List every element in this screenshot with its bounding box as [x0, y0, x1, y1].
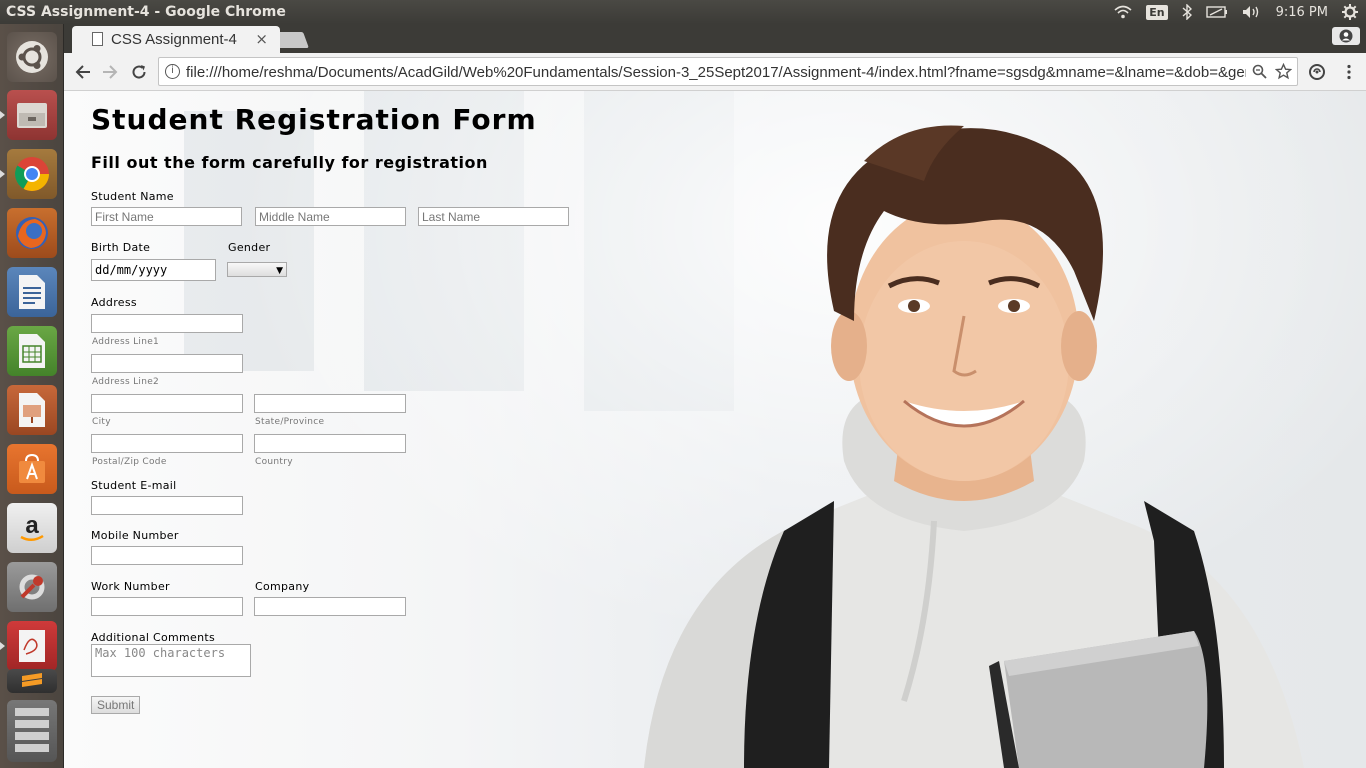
launcher: a	[0, 24, 64, 768]
state-caption: State/Province	[255, 417, 325, 427]
battery-icon[interactable]	[1205, 6, 1228, 18]
calc-icon[interactable]	[7, 326, 57, 376]
company-label: Company	[255, 580, 310, 593]
work-number-label: Work Number	[91, 580, 170, 593]
chrome-icon[interactable]	[7, 149, 57, 199]
running-indicator	[0, 111, 5, 119]
workspace-switcher-icon[interactable]	[7, 700, 57, 762]
page-title: Student Registration Form	[91, 103, 537, 136]
birth-date-input[interactable]: dd/mm/yyyy	[91, 259, 216, 281]
menu-button[interactable]	[1339, 62, 1359, 82]
top-panel: CSS Assignment-4 - Google Chrome En 9:16…	[0, 0, 1366, 24]
work-number-input[interactable]	[91, 597, 243, 616]
files-icon[interactable]	[7, 90, 57, 140]
volume-icon[interactable]	[1242, 5, 1262, 19]
last-name-input[interactable]	[418, 207, 569, 226]
tab-title: CSS Assignment-4	[111, 31, 237, 48]
sublime-icon[interactable]	[7, 669, 57, 693]
page-viewport: Student Registration Form Fill out the f…	[64, 91, 1366, 768]
address-bar[interactable]: i file:///home/reshma/Documents/AcadGild…	[158, 57, 1298, 86]
gear-icon[interactable]	[1342, 4, 1358, 20]
tab-css-assignment[interactable]: CSS Assignment-4 ×	[72, 26, 280, 53]
address-line2-caption: Address Line2	[92, 377, 160, 387]
software-center-icon[interactable]	[7, 444, 57, 494]
url-text[interactable]: file:///home/reshma/Documents/AcadGild/W…	[186, 64, 1246, 81]
reload-button[interactable]	[129, 62, 149, 82]
postal-caption: Postal/Zip Code	[92, 457, 167, 467]
forward-button[interactable]	[100, 62, 120, 82]
clock[interactable]: 9:16 PM	[1276, 5, 1328, 20]
gender-label: Gender	[228, 241, 271, 254]
svg-text:a: a	[25, 512, 39, 539]
first-name-input[interactable]	[91, 207, 242, 226]
address-line1-caption: Address Line1	[92, 337, 160, 347]
page-subtitle: Fill out the form carefully for registra…	[91, 153, 488, 172]
city-caption: City	[92, 417, 111, 427]
country-input[interactable]	[254, 434, 406, 453]
user-icon	[1339, 29, 1353, 43]
page-icon	[92, 32, 103, 46]
document-viewer-icon[interactable]	[7, 621, 57, 671]
reload-icon	[132, 65, 146, 79]
tab-close-icon[interactable]: ×	[255, 30, 268, 48]
mobile-label: Mobile Number	[91, 529, 179, 542]
country-caption: Country	[255, 457, 293, 467]
comments-label: Additional Comments	[91, 631, 216, 644]
running-indicator	[0, 170, 5, 178]
birth-date-label: Birth Date	[91, 241, 151, 254]
email-label: Student E-mail	[91, 479, 177, 492]
system-settings-icon[interactable]	[7, 562, 57, 612]
address-line1-input[interactable]	[91, 314, 243, 333]
star-icon[interactable]	[1274, 62, 1293, 84]
amazon-icon[interactable]: a	[7, 503, 57, 553]
system-tray: En 9:16 PM	[1114, 0, 1366, 24]
extension-button[interactable]	[1307, 62, 1327, 82]
firefox-icon[interactable]	[7, 208, 57, 258]
bluetooth-icon[interactable]	[1182, 4, 1192, 20]
email-input[interactable]	[91, 496, 243, 515]
address-label: Address	[91, 296, 137, 309]
gender-select[interactable]: ▼	[227, 262, 287, 277]
browser-toolbar: i file:///home/reshma/Documents/AcadGild…	[64, 53, 1366, 91]
impress-icon[interactable]	[7, 385, 57, 435]
writer-icon[interactable]	[7, 267, 57, 317]
middle-name-input[interactable]	[255, 207, 406, 226]
zoom-icon[interactable]	[1252, 64, 1267, 83]
back-arrow-icon	[75, 65, 90, 79]
mobile-input[interactable]	[91, 546, 243, 565]
profile-button[interactable]	[1332, 27, 1360, 45]
kebab-menu-icon	[1347, 64, 1351, 80]
submit-button[interactable]: Submit	[91, 696, 141, 714]
city-input[interactable]	[91, 394, 243, 413]
chevron-down-icon: ▼	[276, 266, 283, 276]
wifi-icon[interactable]	[1114, 5, 1132, 19]
comments-textarea[interactable]	[91, 644, 251, 677]
forward-arrow-icon	[103, 65, 118, 79]
address-line2-input[interactable]	[91, 354, 243, 373]
ubuntu-dash-icon[interactable]	[7, 32, 57, 82]
keyboard-layout-indicator[interactable]: En	[1146, 4, 1168, 20]
student-photo	[644, 125, 1304, 768]
student-name-label: Student Name	[91, 190, 174, 203]
running-indicator	[0, 642, 5, 650]
state-input[interactable]	[254, 394, 406, 413]
info-icon[interactable]: i	[165, 64, 180, 79]
sync-extension-icon	[1309, 64, 1325, 80]
back-button[interactable]	[73, 62, 93, 82]
window-title: CSS Assignment-4 - Google Chrome	[6, 4, 286, 20]
company-input[interactable]	[254, 597, 406, 616]
tab-strip: CSS Assignment-4 ×	[64, 24, 1366, 53]
postal-code-input[interactable]	[91, 434, 243, 453]
